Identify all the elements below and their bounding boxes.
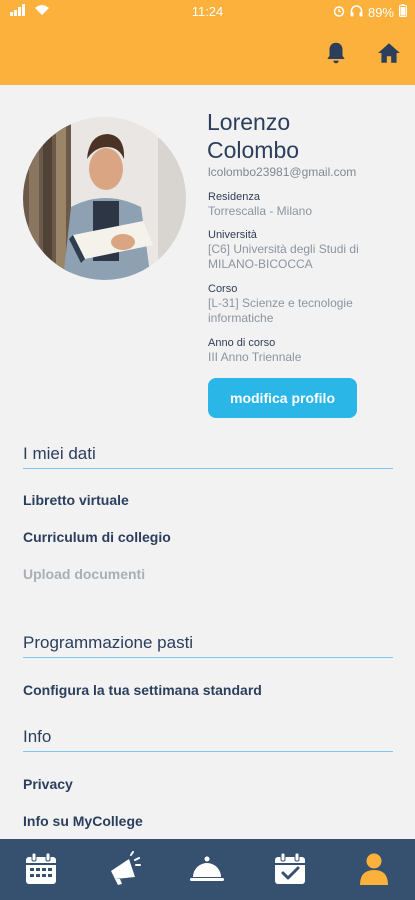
headphones-icon [350,4,363,20]
profile-email: lcolombo23981@gmail.com [208,165,357,179]
section-divider [23,657,393,658]
section-divider [23,751,393,752]
field-value: [C6] Università degli Studi di MILANO-BI… [208,242,359,271]
bell-icon[interactable] [323,40,349,66]
field-value: Torrescalla - Milano [208,204,313,218]
calendar-icon[interactable] [23,851,59,887]
user-icon[interactable] [356,851,392,887]
link-libretto-virtuale[interactable]: Libretto virtuale [23,492,129,508]
link-configure-week[interactable]: Configura la tua settimana standard [23,682,262,698]
calendar-check-icon[interactable] [272,851,308,887]
field-label: Residenza [208,191,260,203]
university-field: Università [C6] Università degli Studi d… [208,228,398,272]
field-label: Corso [208,283,238,295]
field-value: III Anno Triennale [208,350,302,364]
app-header: 11:24 89% [0,0,415,85]
section-title-info: Info [23,727,52,746]
edit-profile-button[interactable]: modifica profilo [208,378,357,418]
section-divider [23,468,393,469]
link-curriculum[interactable]: Curriculum di collegio [23,529,171,545]
residence-field: Residenza Torrescalla - Milano [208,190,398,219]
section-title-meals: Programmazione pasti [23,633,194,652]
field-label: Anno di corso [208,337,276,349]
status-bar: 11:24 89% [0,0,415,24]
bottom-tab-bar [0,839,415,900]
field-value: [L-31] Scienze e tecnologie informatiche [208,296,353,325]
megaphone-icon[interactable] [105,851,141,887]
battery-icon [399,4,407,20]
link-info-mycollege[interactable]: Info su MyCollege [23,813,143,829]
link-upload-documents[interactable]: Upload documenti [23,566,145,582]
home-icon[interactable] [376,40,402,66]
battery-percent: 89% [367,4,394,20]
profile-avatar [23,117,186,280]
field-label: Università [208,229,257,241]
cloche-icon[interactable] [189,851,225,887]
profile-name: Lorenzo Colombo [207,109,300,163]
link-privacy[interactable]: Privacy [23,776,73,792]
course-field: Corso [L-31] Scienze e tecnologie inform… [208,282,398,326]
section-title-my-data: I miei dati [23,444,96,463]
year-field: Anno di corso III Anno Triennale [208,336,398,365]
alarm-icon [333,5,345,20]
